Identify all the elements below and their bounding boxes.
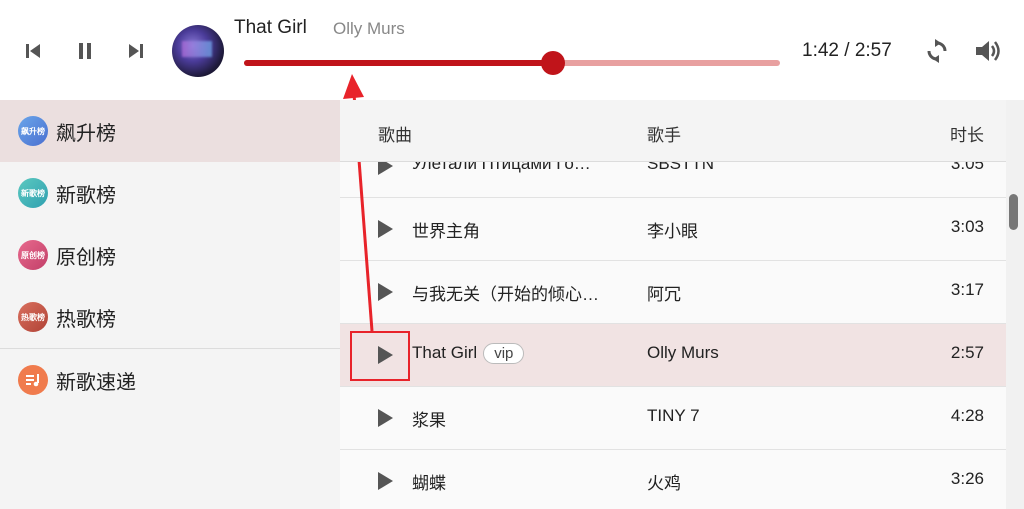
song-artist[interactable]: 阿冗 [647, 280, 681, 305]
pause-button[interactable] [70, 36, 100, 66]
sidebar-item-hot-songs[interactable]: 热歌榜 热歌榜 [0, 286, 340, 348]
play-icon[interactable] [378, 472, 393, 490]
table-row[interactable]: 世界主角 李小眼 3:03 [340, 198, 1006, 261]
sidebar-item-label: 新歌榜 [56, 184, 116, 207]
hot-songs-chart-icon: 热歌榜 [18, 302, 48, 332]
music-list-icon [18, 365, 48, 395]
song-artist[interactable]: TINY 7 [647, 406, 700, 426]
song-name: 世界主角 [412, 222, 480, 241]
song-list: Улетали Птицами Го… SBSTTN 3:05 世界主角 李小眼… [340, 100, 1006, 509]
progress-handle[interactable] [540, 51, 565, 75]
song-artist[interactable]: Olly Murs [647, 343, 719, 363]
next-button[interactable] [121, 36, 151, 66]
now-playing-title: That Girl [234, 17, 307, 38]
sidebar-item-new-songs[interactable]: 新歌榜 新歌榜 [0, 162, 340, 224]
soaring-chart-icon: 飙升榜 [18, 116, 48, 146]
annotation-highlight-box [350, 331, 410, 381]
song-duration: 3:03 [950, 217, 984, 236]
play-icon[interactable] [378, 220, 393, 238]
song-name: 蝴蝶 [412, 474, 446, 493]
scrollbar-thumb[interactable] [1009, 194, 1018, 230]
pause-icon [79, 43, 91, 59]
play-icon[interactable] [378, 283, 393, 301]
sidebar-item-original[interactable]: 原创榜 原创榜 [0, 224, 340, 286]
song-artist[interactable]: 火鸡 [647, 469, 681, 494]
table-row[interactable]: 与我无关（开始的倾心… 阿冗 3:17 [340, 261, 1006, 324]
song-name: 与我无关（开始的倾心… [412, 285, 599, 304]
progress-bar[interactable] [244, 51, 780, 75]
repeat-icon [927, 39, 947, 63]
player-bar: That Girl Olly Murs 1:42 / 2:57 [0, 0, 1024, 100]
column-header-artist: 歌手 [647, 126, 681, 145]
song-name: That Girl vip [412, 343, 525, 364]
sidebar-item-label: 原创榜 [56, 246, 116, 269]
volume-icon [976, 41, 1000, 61]
now-playing-artist[interactable]: Olly Murs [333, 19, 405, 39]
sidebar-item-label: 热歌榜 [56, 308, 116, 331]
sidebar-item-label: 飙升榜 [56, 122, 116, 145]
song-rows: Улетали Птицами Го… SBSTTN 3:05 世界主角 李小眼… [340, 135, 1006, 509]
time-display: 1:42 / 2:57 [802, 40, 892, 61]
sidebar-item-soaring[interactable]: 飙升榜 飙升榜 [0, 100, 340, 162]
song-duration: 4:28 [950, 406, 984, 425]
play-icon[interactable] [378, 409, 393, 427]
skip-previous-icon [26, 44, 40, 58]
song-duration: 3:17 [950, 280, 984, 299]
song-duration: 3:26 [950, 469, 984, 488]
column-header-song: 歌曲 [378, 126, 412, 145]
table-header: 歌曲 歌手 时长 [340, 100, 1006, 162]
vertical-scrollbar[interactable] [1006, 100, 1024, 509]
song-duration: 2:57 [950, 343, 984, 362]
sidebar-item-new-express[interactable]: 新歌速递 [0, 349, 340, 411]
original-chart-icon: 原创榜 [18, 240, 48, 270]
skip-next-icon [129, 44, 143, 58]
song-artist[interactable]: 李小眼 [647, 217, 698, 242]
column-header-duration: 时长 [950, 126, 984, 145]
chart-sidebar: 飙升榜 飙升榜 新歌榜 新歌榜 原创榜 原创榜 热歌榜 热歌榜 新歌速递 [0, 100, 340, 509]
progress-fill [244, 60, 553, 66]
album-cover[interactable] [172, 25, 224, 77]
sidebar-item-label: 新歌速递 [56, 371, 136, 394]
table-row[interactable]: 浆果 TINY 7 4:28 [340, 387, 1006, 450]
table-row[interactable]: 蝴蝶 火鸡 3:26 [340, 450, 1006, 509]
vip-badge: vip [483, 343, 525, 364]
new-songs-chart-icon: 新歌榜 [18, 178, 48, 208]
song-name-text: That Girl [412, 343, 478, 362]
song-name: 浆果 [412, 411, 446, 430]
table-row-active[interactable]: That Girl vip Olly Murs 2:57 [340, 324, 1006, 387]
repeat-button[interactable] [922, 36, 952, 66]
previous-button[interactable] [18, 36, 48, 66]
volume-button[interactable] [973, 36, 1003, 66]
